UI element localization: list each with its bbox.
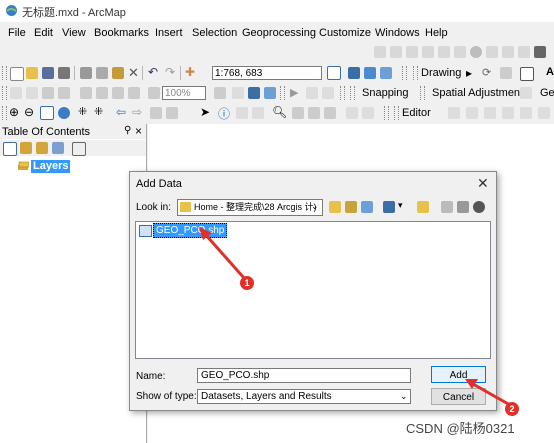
- csdn-watermark: CSDN @陆杨0321: [406, 421, 515, 436]
- annotation-arrows: [199, 227, 511, 407]
- annotation-marker-1: 1: [240, 276, 254, 290]
- annotation-marker-2: 2: [505, 402, 519, 416]
